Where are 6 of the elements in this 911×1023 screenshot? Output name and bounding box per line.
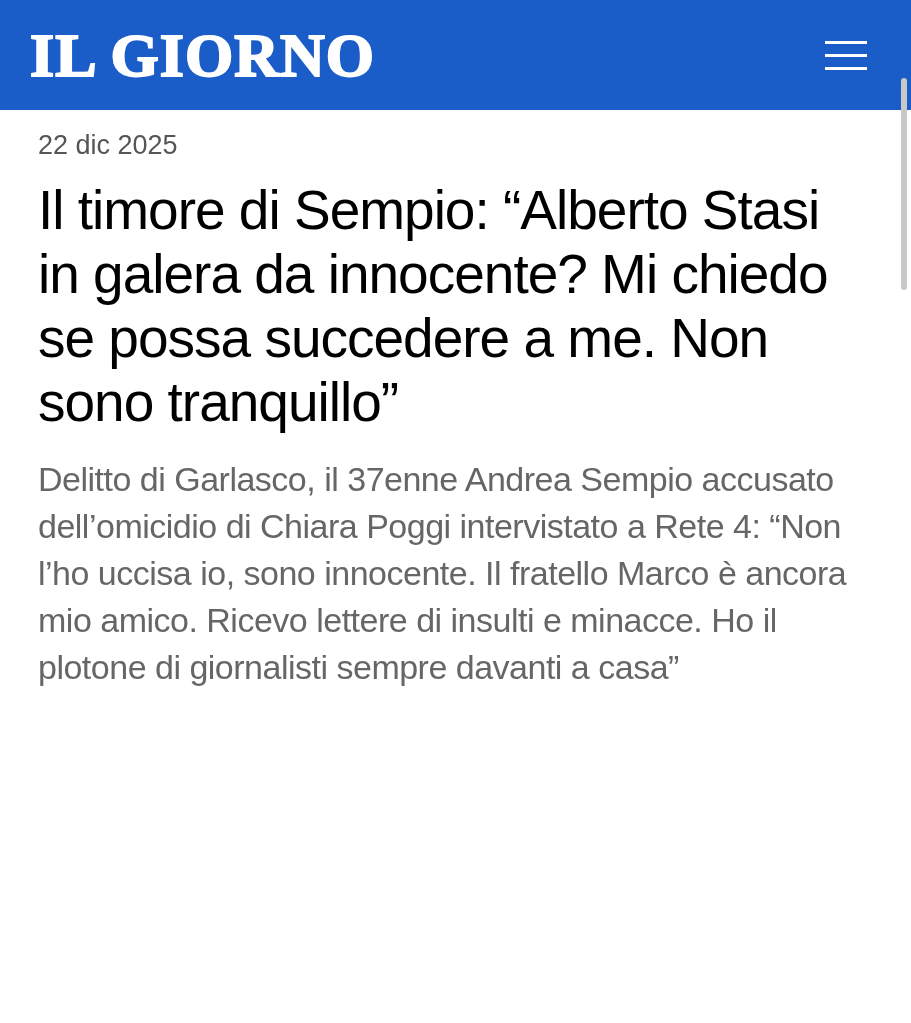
article-summary: Delitto di Garlasco, il 37enne Andrea Sempio accusato dell’omicidio di Chiara Poggi intervistato a Rete 4: “Non l’ho uccisa io, sono innocente. Il fratello Marco è ancora mio amico. Ricevo lettere di insulti e minacce. Ho il plotone di giornalisti sempre davanti a casa”	[38, 459, 848, 688]
site-logo[interactable]: IL GIORNO	[30, 24, 375, 86]
article-date: 22 dic 2025	[38, 129, 179, 162]
scrollbar-thumb[interactable]	[901, 78, 907, 290]
article-headline: Il timore di Sempio: “Alberto Stasi in galera da innocente? Mi chiedo se possa succedere a me. Non sono tranquillo”	[38, 178, 829, 434]
menu-icon[interactable]	[825, 40, 867, 70]
